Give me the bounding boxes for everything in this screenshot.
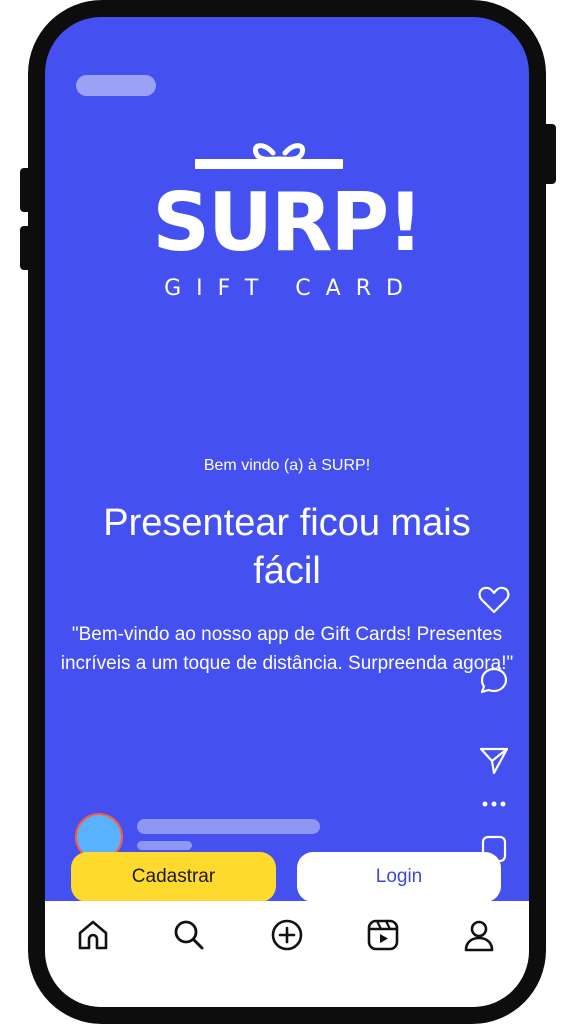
add-icon: [271, 919, 303, 951]
home-icon: [78, 920, 108, 950]
send-icon[interactable]: [477, 743, 511, 777]
bottom-navigation: [45, 901, 529, 1007]
username-placeholder: [137, 819, 320, 834]
headline: Presentear ficou mais fácil: [103, 502, 471, 592]
welcome-text: Bem vindo (a) à SURP!: [203, 457, 371, 474]
nav-profile[interactable]: [459, 915, 499, 955]
search-icon: [174, 920, 204, 950]
signup-button[interactable]: Cadastrar: [71, 852, 276, 902]
logo-subtitle: GIFT CARD: [164, 276, 418, 301]
nav-add[interactable]: [267, 915, 307, 955]
app-screen: SURP! GIFT CARD Bem vindo (a) à SURP! Pr…: [45, 17, 529, 1007]
nav-home[interactable]: [73, 915, 113, 955]
description: "Bem-vindo ao nosso app de Gift Cards! P…: [60, 624, 514, 674]
heart-icon[interactable]: [477, 583, 511, 617]
subtitle-placeholder: [137, 841, 192, 850]
logo-wordmark: SURP!: [152, 176, 423, 269]
status-pill: [76, 75, 156, 96]
profile-icon: [464, 920, 494, 952]
comment-icon[interactable]: [477, 663, 511, 697]
surp-logo: SURP! GIFT CARD: [45, 135, 529, 305]
more-icon[interactable]: [477, 787, 511, 821]
reels-icon: [367, 919, 399, 951]
nav-search[interactable]: [169, 915, 209, 955]
nav-reels[interactable]: [363, 915, 403, 955]
login-button[interactable]: Login: [297, 852, 501, 902]
